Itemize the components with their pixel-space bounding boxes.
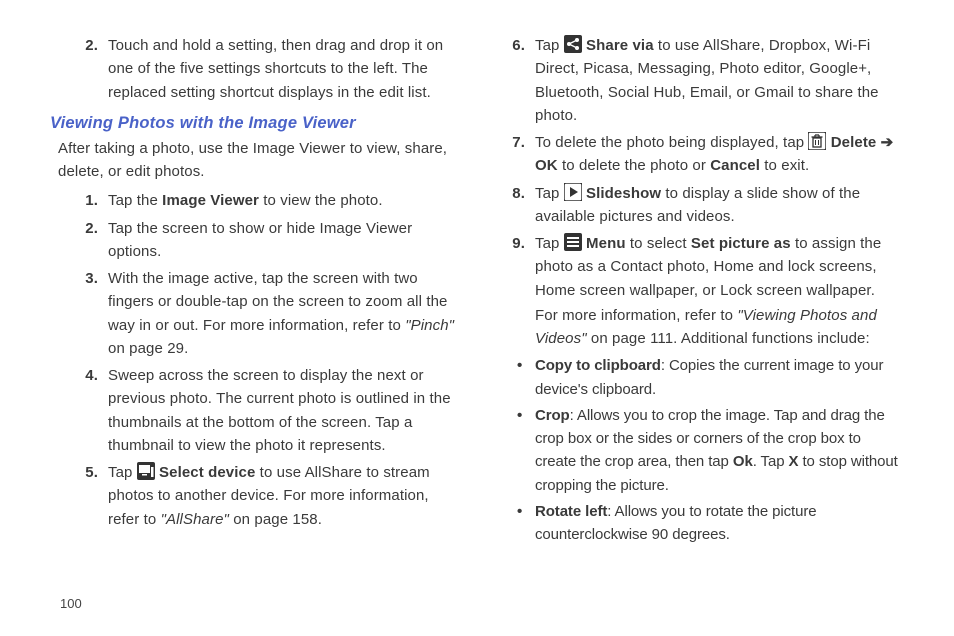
step-text: With the image active, tap the screen wi… bbox=[108, 267, 457, 360]
step-number: 8. bbox=[497, 182, 535, 229]
step-number: 9. bbox=[497, 232, 535, 350]
step-item: 5. Tap Select device to use AllShare to … bbox=[70, 461, 457, 531]
step-text: Sweep across the screen to display the n… bbox=[108, 364, 457, 457]
step-text: Tap the screen to show or hide Image Vie… bbox=[108, 217, 457, 264]
menu-icon bbox=[564, 233, 582, 251]
step-item: 4. Sweep across the screen to display th… bbox=[70, 364, 457, 457]
step-item: 7. To delete the photo being displayed, … bbox=[497, 131, 904, 178]
step-number: 7. bbox=[497, 131, 535, 178]
step-text: Tap the Image Viewer to view the photo. bbox=[108, 189, 457, 212]
step-text: Tap Menu to select Set picture as to ass… bbox=[535, 232, 904, 350]
step-number: 6. bbox=[497, 34, 535, 127]
step-text: To delete the photo being displayed, tap… bbox=[535, 131, 904, 178]
step-number: 3. bbox=[70, 267, 108, 360]
bullet-text: Copy to clipboard: Copies the current im… bbox=[535, 354, 904, 401]
section-heading: Viewing Photos with the Image Viewer bbox=[50, 114, 457, 133]
bullet-dot: • bbox=[517, 500, 535, 547]
step-number: 2. bbox=[70, 34, 108, 104]
delete-icon bbox=[808, 132, 826, 150]
step-number: 5. bbox=[70, 461, 108, 531]
step-item: 2. Touch and hold a setting, then drag a… bbox=[70, 34, 457, 104]
bullet-item: • Rotate left: Allows you to rotate the … bbox=[517, 500, 904, 547]
step-item: 6. Tap Share via to use AllShare, Dropbo… bbox=[497, 34, 904, 127]
bullet-text: Rotate left: Allows you to rotate the pi… bbox=[535, 500, 904, 547]
bullet-text: Crop: Allows you to crop the image. Tap … bbox=[535, 404, 904, 497]
step-text: Tap Slideshow to display a slide show of… bbox=[535, 182, 904, 229]
share-icon bbox=[564, 35, 582, 53]
step-text: Touch and hold a setting, then drag and … bbox=[108, 34, 457, 104]
bullet-dot: • bbox=[517, 354, 535, 401]
arrow-icon: ➔ bbox=[881, 134, 894, 151]
step-item: 1. Tap the Image Viewer to view the phot… bbox=[70, 189, 457, 212]
right-column: 6. Tap Share via to use AllShare, Dropbo… bbox=[497, 30, 904, 636]
step-number: 4. bbox=[70, 364, 108, 457]
step-item: 8. Tap Slideshow to display a slide show… bbox=[497, 182, 904, 229]
slideshow-icon bbox=[564, 183, 582, 201]
step-number: 2. bbox=[70, 217, 108, 264]
bullet-item: • Crop: Allows you to crop the image. Ta… bbox=[517, 404, 904, 497]
bullet-item: • Copy to clipboard: Copies the current … bbox=[517, 354, 904, 401]
step-text: Tap Select device to use AllShare to str… bbox=[108, 461, 457, 531]
step-item: 9. Tap Menu to select Set picture as to … bbox=[497, 232, 904, 350]
left-column: 2. Touch and hold a setting, then drag a… bbox=[50, 30, 457, 636]
step-item: 2. Tap the screen to show or hide Image … bbox=[70, 217, 457, 264]
bullet-dot: • bbox=[517, 404, 535, 497]
page: 2. Touch and hold a setting, then drag a… bbox=[0, 0, 954, 636]
step-item: 3. With the image active, tap the screen… bbox=[70, 267, 457, 360]
step-number: 1. bbox=[70, 189, 108, 212]
device-icon bbox=[137, 462, 155, 480]
section-intro: After taking a photo, use the Image View… bbox=[58, 137, 457, 184]
step-text: Tap Share via to use AllShare, Dropbox, … bbox=[535, 34, 904, 127]
page-number: 100 bbox=[60, 596, 82, 611]
